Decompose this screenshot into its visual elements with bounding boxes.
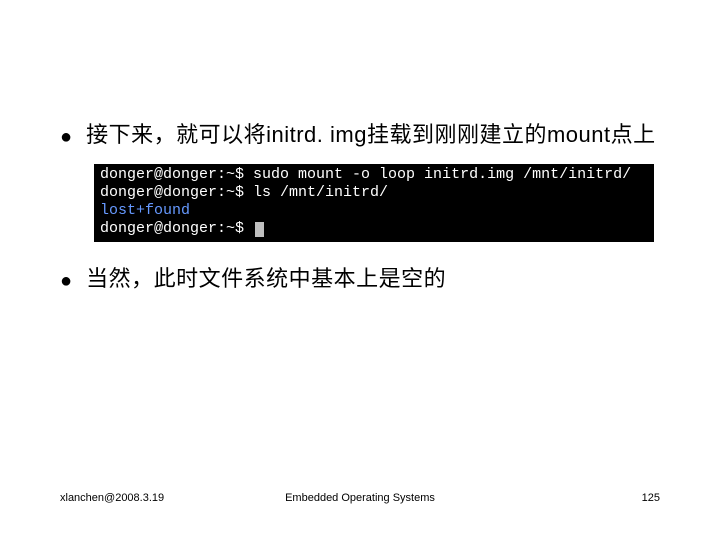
slide-content: ● 接下来，就可以将initrd. img挂载到刚刚建立的mount点上 don… bbox=[0, 0, 720, 296]
slide-footer: xlanchen@2008.3.19 Embedded Operating Sy… bbox=[60, 492, 660, 504]
footer-right: 125 bbox=[642, 492, 660, 504]
term-output: lost+found bbox=[100, 202, 190, 219]
slide: ● 接下来，就可以将initrd. img挂载到刚刚建立的mount点上 don… bbox=[0, 0, 720, 540]
cursor-icon bbox=[255, 222, 264, 237]
term-prompt: donger@donger:~$ bbox=[100, 220, 253, 237]
footer-left: xlanchen@2008.3.19 bbox=[60, 492, 164, 504]
term-command: sudo mount -o loop initrd.img /mnt/initr… bbox=[253, 166, 631, 183]
bullet-item: ● 接下来，就可以将initrd. img挂载到刚刚建立的mount点上 bbox=[60, 120, 660, 152]
bullet-text: 当然，此时文件系统中基本上是空的 bbox=[86, 264, 446, 294]
bullet-marker-icon: ● bbox=[60, 122, 72, 152]
terminal-block: donger@donger:~$ sudo mount -o loop init… bbox=[94, 164, 654, 242]
bullet-text: 接下来，就可以将initrd. img挂载到刚刚建立的mount点上 bbox=[86, 120, 656, 150]
term-prompt: donger@donger:~$ bbox=[100, 184, 253, 201]
term-prompt: donger@donger:~$ bbox=[100, 166, 253, 183]
term-command: ls /mnt/initrd/ bbox=[253, 184, 388, 201]
bullet-marker-icon: ● bbox=[60, 266, 72, 296]
bullet-item: ● 当然，此时文件系统中基本上是空的 bbox=[60, 264, 660, 296]
